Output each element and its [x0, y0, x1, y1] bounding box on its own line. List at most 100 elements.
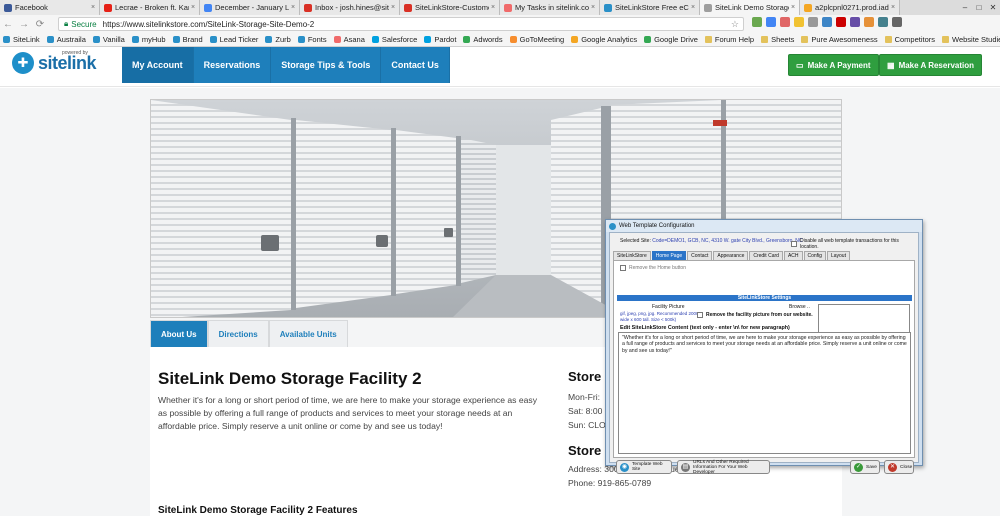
bookmark-item[interactable]: Brand: [172, 35, 203, 44]
tab-about-us[interactable]: About Us: [150, 320, 208, 347]
bookmark-item[interactable]: GoToMeeting: [509, 35, 564, 44]
nav-reservations[interactable]: Reservations: [194, 47, 272, 83]
tab-close-icon[interactable]: ×: [189, 4, 197, 11]
dtab-config[interactable]: Config: [803, 251, 826, 260]
browser-tab[interactable]: Lecrae - Broken ft. Kari ×: [100, 0, 200, 15]
browse-button[interactable]: Browse ..: [789, 304, 810, 310]
tab-close-icon[interactable]: ×: [489, 4, 497, 11]
browser-tab[interactable]: December - January Lea×: [200, 0, 300, 15]
nav-storage-tips[interactable]: Storage Tips & Tools: [271, 47, 382, 83]
tab-close-icon[interactable]: ×: [89, 4, 97, 11]
bookmark-favicon-icon: [333, 36, 341, 43]
close-window-icon[interactable]: ✕: [986, 0, 1000, 15]
browser-tab[interactable]: SiteLinkStore-Customer ×: [400, 0, 500, 15]
disable-transactions-checkbox[interactable]: [791, 241, 797, 247]
tab-close-icon[interactable]: ×: [689, 4, 697, 11]
folder-icon: [704, 36, 712, 43]
bookmark-item[interactable]: Salesforce: [371, 35, 417, 44]
forward-icon[interactable]: →: [16, 19, 32, 30]
sitelink-logo[interactable]: powered by ✚ sitelink: [12, 50, 97, 74]
tab-directions[interactable]: Directions: [207, 320, 269, 347]
url-text[interactable]: https://www.sitelinkstore.com/SiteLink-S…: [103, 20, 315, 29]
dtab-contact[interactable]: Contact: [687, 251, 713, 260]
browser-tab[interactable]: SiteLinkStore Free eCom×: [600, 0, 700, 15]
extension-icon[interactable]: [780, 17, 790, 27]
bookmark-label: Google Analytics: [581, 35, 638, 44]
close-button[interactable]: ✕ Close: [884, 460, 914, 474]
extension-icon[interactable]: [850, 17, 860, 27]
extension-icon[interactable]: [864, 17, 874, 27]
make-reservation-button[interactable]: ▦ Make A Reservation: [879, 54, 982, 76]
disable-transactions-option[interactable]: Disable all web template transactions fo…: [791, 238, 918, 250]
bookmark-item[interactable]: Austraila: [46, 35, 86, 44]
remove-home-checkbox[interactable]: [620, 265, 626, 271]
dtab-layout[interactable]: Layout: [826, 251, 850, 260]
remove-home-option[interactable]: Remove the Home button: [620, 265, 686, 271]
browser-tab[interactable]: My Tasks in sitelink.co ×: [500, 0, 600, 15]
browser-tab[interactable]: a2plcpnl0271.prod.iad2. ×: [800, 0, 900, 15]
extension-icon[interactable]: [808, 17, 818, 27]
tab-close-icon[interactable]: ×: [889, 4, 897, 11]
remove-picture-option[interactable]: Remove the facility picture from our web…: [697, 312, 813, 318]
tab-title: My Tasks in sitelink.co: [515, 3, 589, 12]
browser-tab[interactable]: Facebook ×: [0, 0, 100, 15]
dialog-titlebar[interactable]: Web Template Configuration: [606, 220, 922, 232]
bookmark-item[interactable]: Zurb: [265, 35, 291, 44]
bookmark-item[interactable]: Google Analytics: [571, 35, 637, 44]
dtab-sitelinkstore[interactable]: SiteLinkStore: [613, 251, 651, 260]
dtab-appearance[interactable]: Appearance: [713, 251, 749, 260]
bookmark-item[interactable]: Vanilla: [92, 35, 125, 44]
bookmark-item[interactable]: Google Drive: [644, 35, 698, 44]
menu-icon[interactable]: [892, 17, 902, 27]
tab-close-icon[interactable]: ×: [789, 4, 797, 11]
urls-info-button[interactable]: ▤ URLs And Other Required Information Fo…: [677, 460, 770, 475]
secure-label: Secure: [71, 19, 97, 29]
browser-tab[interactable]: Inbox - josh.hines@sitel ×: [300, 0, 400, 15]
extension-icon[interactable]: [822, 17, 832, 27]
bookmark-item[interactable]: myHub: [131, 35, 166, 44]
address-bar[interactable]: 🔒︎ Secure https://www.sitelinkstore.com/…: [58, 17, 744, 31]
hours-sunday: Sun: CLO: [568, 420, 606, 430]
extension-icon[interactable]: [836, 17, 846, 27]
remove-picture-checkbox[interactable]: [697, 312, 703, 318]
bookmark-favicon-icon: [509, 36, 517, 43]
bookmark-item[interactable]: Pure Awesomeness: [801, 35, 878, 44]
bookmark-favicon-icon: [644, 36, 652, 43]
extension-icon[interactable]: [794, 17, 804, 27]
tab-available-units[interactable]: Available Units: [268, 320, 348, 347]
bookmark-item[interactable]: Lead Ticker: [209, 35, 258, 44]
tab-close-icon[interactable]: ×: [289, 4, 297, 11]
maximize-icon[interactable]: □: [972, 0, 986, 15]
extension-icon[interactable]: [752, 17, 762, 27]
back-icon[interactable]: ←: [0, 19, 16, 30]
bookmark-item[interactable]: Forum Help: [704, 35, 754, 44]
bookmark-item[interactable]: Website Studies: [942, 35, 1000, 44]
save-button[interactable]: ✓ Save: [850, 460, 880, 474]
extension-icon[interactable]: [766, 17, 776, 27]
dtab-ach[interactable]: ACH: [783, 251, 803, 260]
extension-icon[interactable]: [878, 17, 888, 27]
bookmark-star-icon[interactable]: ☆: [731, 19, 739, 30]
reload-icon[interactable]: ⟳: [32, 19, 48, 30]
bookmark-item[interactable]: Competitors: [884, 35, 935, 44]
browser-tab[interactable]: SiteLink Demo Storage ×: [700, 0, 800, 15]
bookmark-item[interactable]: Adwords: [463, 35, 503, 44]
nav-my-account[interactable]: My Account: [122, 47, 194, 83]
bookmark-item[interactable]: Sheets: [761, 35, 794, 44]
bookmark-item[interactable]: Fonts: [297, 35, 327, 44]
bookmark-item[interactable]: Asana: [333, 35, 365, 44]
template-web-site-button[interactable]: ◉ Template Web Site: [616, 460, 672, 474]
home-page-panel: Remove the Home button SiteLinkStore Set…: [613, 260, 915, 458]
hours-weekday: Mon-Fri:: [568, 392, 600, 402]
tab-close-icon[interactable]: ×: [389, 4, 397, 11]
dtab-home-page[interactable]: Home Page: [651, 251, 687, 260]
bookmark-label: Google Drive: [654, 35, 698, 44]
dtab-credit-card[interactable]: Credit Card: [749, 251, 783, 260]
bookmark-item[interactable]: SiteLink: [3, 35, 40, 44]
tab-close-icon[interactable]: ×: [589, 4, 597, 11]
bookmark-item[interactable]: Pardot: [424, 35, 456, 44]
make-payment-button[interactable]: ▭ Make A Payment: [788, 54, 879, 76]
minimize-icon[interactable]: –: [958, 0, 972, 15]
content-textarea[interactable]: "Whether it's for a long or short period…: [618, 332, 911, 454]
nav-contact-us[interactable]: Contact Us: [381, 47, 450, 83]
